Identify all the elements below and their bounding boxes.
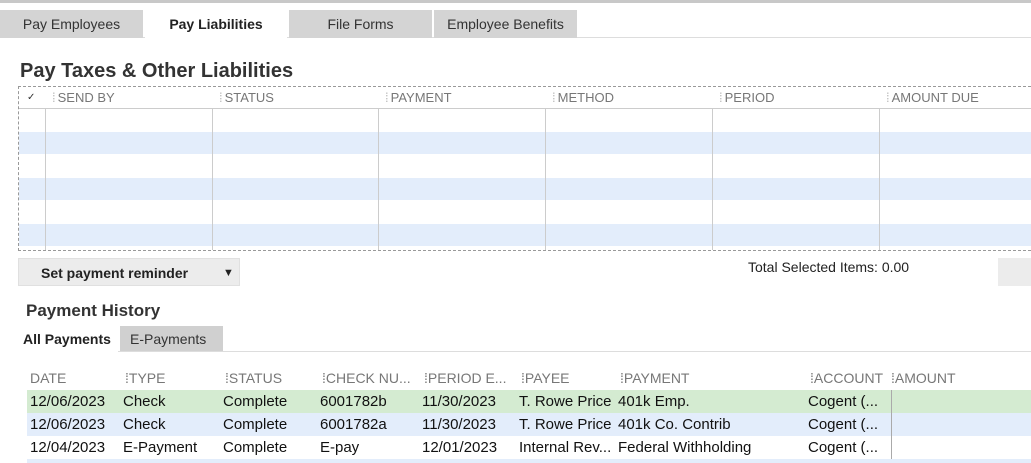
tab-pay-liabilities[interactable]: Pay Liabilities: [145, 10, 287, 38]
dropdown-arrow-icon[interactable]: ▼: [223, 259, 234, 287]
col-send-by[interactable]: SEND BY: [46, 87, 115, 109]
table-row[interactable]: 12/04/2023 E-Payment Complete E-pay 12/01/20…: [27, 436, 1031, 459]
column-divider: [712, 109, 713, 250]
col-payment[interactable]: ⁞PAYMENT: [620, 366, 690, 390]
cell-date: 12/06/2023: [30, 393, 106, 410]
column-divider: [891, 413, 892, 436]
column-divider: [891, 390, 892, 413]
cell-status: Complete: [223, 393, 288, 410]
cell-period-end: 11/30/2023: [422, 393, 496, 410]
col-amount-due[interactable]: AMOUNT DUE: [880, 87, 979, 109]
table-row[interactable]: 12/06/2023 Check Complete 6001782a 11/30/202…: [27, 413, 1031, 436]
cell-payee: T. Rowe Price: [519, 393, 612, 410]
main-tabs: Pay Employees Pay Liabilities File Forms…: [0, 10, 1031, 38]
cell-payee: Internal Rev...: [519, 439, 612, 456]
column-divider: [378, 109, 379, 250]
set-payment-reminder-button[interactable]: Set payment reminder ▼: [18, 258, 240, 286]
col-check-number[interactable]: ⁞CHECK NU...: [322, 366, 411, 390]
tab-e-payments[interactable]: E-Payments: [120, 326, 223, 352]
set-payment-reminder-label: Set payment reminder: [41, 265, 189, 281]
tab-file-forms[interactable]: File Forms: [289, 10, 432, 38]
table-header: DATE ⁞TYPE ⁞STATUS ⁞CHECK NU... ⁞PERIOD E...…: [27, 366, 1031, 390]
column-divider: [879, 109, 880, 250]
cell-account: Cogent (...: [808, 439, 879, 456]
cell-type: Check: [123, 393, 166, 410]
cell-payee: T. Rowe Price: [519, 416, 612, 433]
cell-payment: 401k Co. Contrib: [618, 416, 731, 433]
cell-payment: Federal Withholding: [618, 439, 752, 456]
col-payee[interactable]: ⁞PAYEE: [521, 366, 570, 390]
column-divider: [212, 109, 213, 250]
col-account[interactable]: ⁞ACCOUNT: [810, 366, 883, 390]
column-divider: [45, 109, 46, 250]
col-date[interactable]: DATE: [30, 366, 66, 390]
payment-history-title: Payment History: [26, 301, 161, 320]
cell-check-number: 6001782b: [320, 393, 387, 410]
col-payment[interactable]: PAYMENT: [379, 87, 452, 109]
select-all-checkbox[interactable]: ✓: [27, 87, 35, 109]
cell-status: Complete: [223, 439, 288, 456]
cell-date: 12/06/2023: [30, 416, 106, 433]
cell-check-number: E-pay: [320, 439, 360, 456]
col-period[interactable]: PERIOD: [713, 87, 775, 109]
col-method[interactable]: METHOD: [546, 87, 614, 109]
col-period-end[interactable]: ⁞PERIOD E...: [424, 366, 506, 390]
col-type[interactable]: ⁞TYPE: [125, 366, 165, 390]
total-selected-items: Total Selected Items: 0.00: [748, 259, 910, 275]
cell-payment: 401k Emp.: [618, 393, 690, 410]
tab-all-payments[interactable]: All Payments: [18, 326, 116, 352]
action-button[interactable]: [998, 258, 1031, 286]
cell-type: Check: [123, 416, 166, 433]
table-header: ✓ SEND BY STATUS PAYMENT METHOD PERIOD A…: [19, 87, 1031, 109]
column-divider: [545, 109, 546, 250]
page-title: Pay Taxes & Other Liabilities: [20, 60, 294, 82]
column-divider: [891, 436, 892, 459]
table-row[interactable]: [27, 459, 1031, 463]
col-amount[interactable]: ⁞AMOUNT: [891, 366, 956, 390]
top-border: [0, 0, 1031, 3]
cell-check-number: 6001782a: [320, 416, 387, 433]
cell-type: E-Payment: [123, 439, 198, 456]
tab-divider: [118, 351, 1031, 352]
tab-employee-benefits[interactable]: Employee Benefits: [434, 10, 577, 38]
col-status[interactable]: STATUS: [213, 87, 274, 109]
cell-date: 12/04/2023: [30, 439, 106, 456]
payment-history-table: DATE ⁞TYPE ⁞STATUS ⁞CHECK NU... ⁞PERIOD E...…: [27, 366, 1031, 463]
liabilities-table: ✓ SEND BY STATUS PAYMENT METHOD PERIOD A…: [18, 86, 1031, 251]
cell-period-end: 12/01/2023: [422, 439, 498, 456]
cell-account: Cogent (...: [808, 416, 879, 433]
table-row[interactable]: 12/06/2023 Check Complete 6001782b 11/30/202…: [27, 390, 1031, 413]
cell-period-end: 11/30/2023: [422, 416, 496, 433]
cell-account: Cogent (...: [808, 393, 879, 410]
cell-status: Complete: [223, 416, 288, 433]
tab-pay-employees[interactable]: Pay Employees: [0, 10, 143, 38]
col-status[interactable]: ⁞STATUS: [225, 366, 282, 390]
